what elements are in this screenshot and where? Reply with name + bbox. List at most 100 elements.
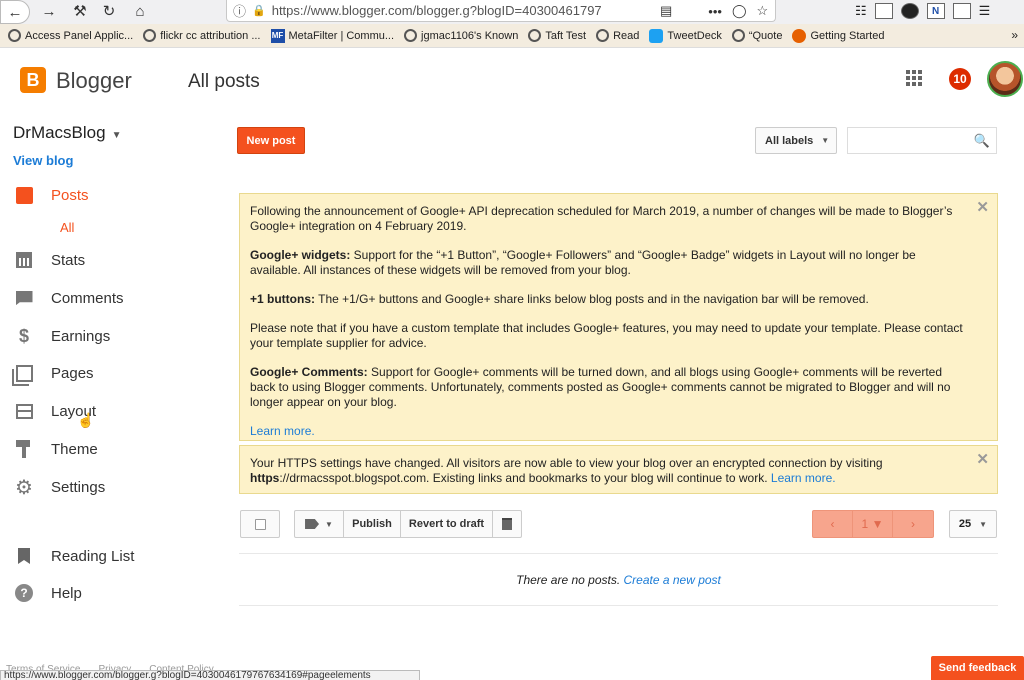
globe-icon xyxy=(8,29,21,42)
home-button[interactable]: ⌂ xyxy=(130,0,150,22)
sidebar-item-comments[interactable]: Comments xyxy=(14,287,124,309)
page-title: All posts xyxy=(188,71,260,92)
publish-button[interactable]: Publish xyxy=(344,511,401,537)
metafilter-icon: MF xyxy=(270,28,285,43)
comments-icon xyxy=(14,288,34,308)
checkbox-icon xyxy=(254,518,266,530)
caret-down-icon: ▼ xyxy=(111,130,122,141)
caret-down-icon: ▼ xyxy=(979,519,988,529)
menu-icon[interactable]: ☰ xyxy=(979,3,991,19)
globe-icon xyxy=(404,29,418,42)
arrow-right-icon: → xyxy=(41,2,57,20)
chevron-right-icon[interactable]: » xyxy=(1011,28,1018,42)
sidebar-item-help[interactable]: ? Help xyxy=(14,582,82,604)
prev-page-button[interactable]: ‹ xyxy=(813,511,853,537)
star-icon[interactable]: ☆ xyxy=(757,3,769,19)
stats-icon xyxy=(14,250,34,270)
revert-to-draft-button[interactable]: Revert to draft xyxy=(401,511,493,537)
theme-icon xyxy=(14,439,34,459)
arrow-left-icon: ← xyxy=(7,3,23,21)
info-icon: ⓘ xyxy=(233,4,247,19)
caret-down-icon: ▼ xyxy=(325,519,333,529)
chevron-left-icon: ‹ xyxy=(830,517,835,531)
sidebar-item-settings[interactable]: ⚙ Settings xyxy=(14,476,105,499)
globe-icon xyxy=(596,29,610,42)
pocket-icon[interactable]: ◯ xyxy=(732,3,747,19)
reload-button[interactable]: ↻ xyxy=(99,0,119,22)
pagination: ‹ 1 ▼ › xyxy=(812,510,934,538)
close-icon[interactable]: ✕ xyxy=(976,452,989,467)
divider xyxy=(239,553,998,554)
notification-badge[interactable]: 10 xyxy=(949,68,971,90)
pages-icon xyxy=(14,363,34,383)
tag-icon xyxy=(305,519,320,529)
trash-icon xyxy=(502,518,512,530)
bookmark-item[interactable]: “Quote xyxy=(731,29,782,42)
sidebar-subitem-all[interactable]: All xyxy=(60,220,74,235)
send-feedback-button[interactable]: Send feedback xyxy=(931,656,1024,680)
page-icon[interactable] xyxy=(952,3,971,19)
new-post-button[interactable]: New post xyxy=(237,127,305,154)
select-all-checkbox[interactable] xyxy=(240,510,280,538)
brand-name[interactable]: Blogger xyxy=(56,68,132,94)
bookmark-item[interactable]: Taft Test xyxy=(528,29,586,42)
more-icon[interactable]: ••• xyxy=(708,4,722,19)
library-icon[interactable]: ☷ xyxy=(855,3,867,19)
bookmarks-bar: Access Panel Applic... flickr cc attribu… xyxy=(0,24,1024,48)
sidebar-item-posts[interactable]: Posts xyxy=(14,184,89,206)
back-button[interactable]: ← xyxy=(0,0,30,24)
bookmark-icon xyxy=(14,546,34,566)
forward-button[interactable]: → xyxy=(38,0,60,22)
bookmark-item[interactable]: Getting Started xyxy=(792,28,884,43)
bookmark-item[interactable]: jgmac1106's Known xyxy=(404,29,518,42)
status-bar: https://www.blogger.com/blogger.g?blogID… xyxy=(0,670,420,680)
gear-icon: ⚙ xyxy=(15,476,33,499)
globe-icon xyxy=(143,29,157,42)
labels-dropdown[interactable]: All labels ▼ xyxy=(755,127,837,154)
post-actions-group: ▼ Publish Revert to draft xyxy=(294,510,522,538)
browser-toolbar: ← → ⚒ ↻ ⌂ ⓘ 🔒 https://www.blogger.com/bl… xyxy=(0,0,1024,24)
firefox-icon xyxy=(792,28,807,43)
apps-grid-icon[interactable] xyxy=(906,70,922,86)
learn-more-link[interactable]: Learn more. xyxy=(250,424,315,438)
sidebar-item-pages[interactable]: Pages xyxy=(14,362,94,384)
wrench-icon[interactable]: ⚒ xyxy=(70,0,90,22)
blogger-logo[interactable]: B xyxy=(20,67,46,93)
learn-more-link[interactable]: Learn more. xyxy=(771,471,836,485)
bookmark-item[interactable]: Read xyxy=(596,29,639,42)
search-input[interactable]: 🔍 xyxy=(847,127,997,154)
view-blog-link[interactable]: View blog xyxy=(13,153,73,168)
blog-selector[interactable]: DrMacsBlog ▼ xyxy=(13,123,122,143)
extension-icon[interactable] xyxy=(900,3,919,19)
layout-icon xyxy=(14,401,34,421)
bookmark-item[interactable]: TweetDeck xyxy=(649,28,722,43)
sidebar-item-reading-list[interactable]: Reading List xyxy=(14,545,134,567)
sidebar-item-stats[interactable]: Stats xyxy=(14,249,85,271)
sidebar-item-theme[interactable]: Theme xyxy=(14,438,98,460)
help-icon: ? xyxy=(14,583,34,603)
twitter-icon xyxy=(649,28,664,43)
https-notice: ✕ Your HTTPS settings have changed. All … xyxy=(239,445,998,494)
page-number[interactable]: 1 ▼ xyxy=(853,511,893,537)
close-icon[interactable]: ✕ xyxy=(976,200,989,215)
sidebar-icon[interactable] xyxy=(874,3,893,19)
label-button[interactable]: ▼ xyxy=(295,511,344,537)
delete-button[interactable] xyxy=(493,511,521,537)
caret-down-icon: ▼ xyxy=(821,136,830,145)
ext-n-icon[interactable]: N xyxy=(926,3,945,19)
next-page-button[interactable]: › xyxy=(893,511,933,537)
globe-icon xyxy=(731,29,745,42)
create-post-link[interactable]: Create a new post xyxy=(624,573,721,587)
url-text: https://www.blogger.com/blogger.g?blogID… xyxy=(271,3,602,18)
reader-icon[interactable]: ▤ xyxy=(660,3,672,19)
per-page-dropdown[interactable]: 25 ▼ xyxy=(949,510,997,538)
sidebar-item-earnings[interactable]: $ Earnings xyxy=(14,325,110,347)
chevron-right-icon: › xyxy=(911,517,915,531)
divider xyxy=(239,605,998,606)
bookmark-item[interactable]: MF MetaFilter | Commu... xyxy=(270,28,394,43)
avatar[interactable] xyxy=(987,61,1023,97)
bookmark-item[interactable]: Access Panel Applic... xyxy=(8,29,133,42)
bookmark-item[interactable]: flickr cc attribution ... xyxy=(143,29,261,42)
globe-icon xyxy=(528,29,542,42)
browser-extensions: ☷ N ☰ xyxy=(855,0,990,22)
